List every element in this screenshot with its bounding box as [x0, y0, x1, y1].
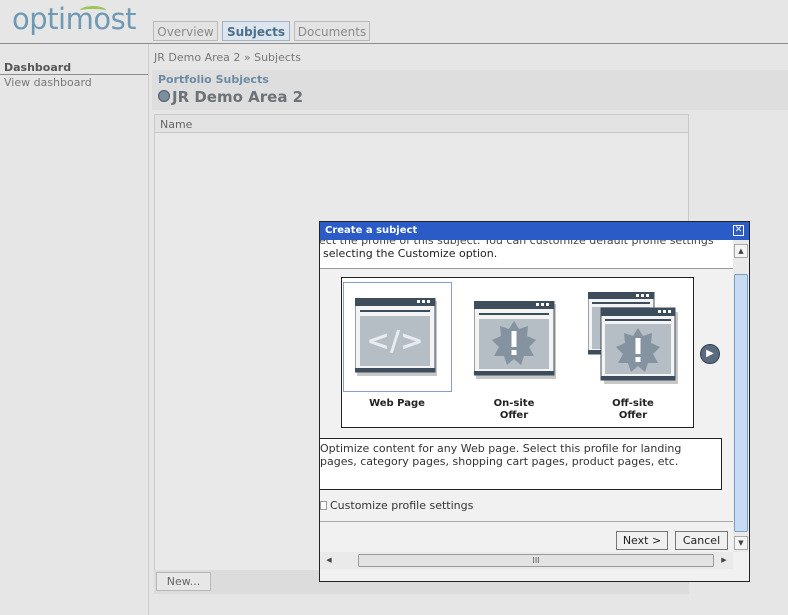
- nav-heading-dashboard: Dashboard: [4, 61, 72, 74]
- off-site-offer-icon: [588, 292, 678, 384]
- button-divider: [320, 521, 733, 522]
- scroll-left-arrow-icon[interactable]: ◀: [322, 554, 336, 568]
- left-nav: [0, 44, 149, 615]
- horizontal-scroll-thumb[interactable]: III: [358, 554, 714, 567]
- next-profiles-arrow-icon[interactable]: ▶: [700, 344, 720, 364]
- column-header-name[interactable]: Name: [160, 118, 192, 131]
- view-dashboard-link[interactable]: View dashboard: [4, 76, 92, 89]
- cancel-button[interactable]: Cancel: [675, 531, 728, 550]
- scroll-down-arrow-icon[interactable]: ▼: [734, 536, 748, 550]
- profile-off-site-offer[interactable]: Off-site Offer: [578, 282, 688, 422]
- customize-label[interactable]: Customize profile settings: [330, 499, 473, 512]
- profile-web-page[interactable]: </> Web Page: [342, 282, 452, 422]
- new-subject-button[interactable]: New...: [156, 572, 211, 591]
- tab-overview[interactable]: Overview: [153, 21, 218, 41]
- next-button[interactable]: Next >: [616, 531, 668, 550]
- tab-documents[interactable]: Documents: [294, 21, 370, 41]
- page-subtitle: Portfolio Subjects: [158, 73, 269, 86]
- dialog-title: Create a subject: [320, 222, 749, 240]
- web-page-icon: </>: [355, 298, 437, 376]
- profile-label-off-site-offer: Off-site Offer: [612, 398, 654, 421]
- logo-swoosh-icon: [80, 6, 106, 15]
- close-icon[interactable]: ✕: [733, 225, 744, 236]
- vertical-scroll-thumb[interactable]: [734, 274, 748, 532]
- page-title: JR Demo Area 2: [172, 88, 304, 106]
- optimost-logo: optimost: [12, 2, 137, 36]
- profile-description: Optimize content for any Web page. Selec…: [320, 442, 682, 468]
- profile-label-web-page: Web Page: [369, 398, 425, 409]
- profile-picker: </> Web Page On-site Offer Off-site Offe…: [341, 277, 694, 428]
- create-subject-dialog: Create a subject ✕ ect the profile of th…: [319, 221, 750, 582]
- customize-checkbox[interactable]: [320, 501, 327, 510]
- tab-subjects[interactable]: Subjects: [222, 21, 290, 41]
- scroll-right-arrow-icon[interactable]: ▶: [717, 554, 731, 568]
- scroll-up-arrow-icon[interactable]: ▲: [734, 244, 748, 258]
- instruction-line-2: selecting the Customize option.: [323, 247, 498, 260]
- svg-text:</>: </>: [366, 324, 423, 357]
- grid-header: [155, 115, 688, 133]
- on-site-offer-icon: [474, 301, 556, 379]
- nav-divider: [0, 74, 148, 75]
- profile-on-site-offer[interactable]: On-site Offer: [459, 282, 569, 422]
- breadcrumb: JR Demo Area 2 » Subjects: [154, 51, 301, 64]
- area-globe-icon: [158, 90, 170, 102]
- profile-label-on-site-offer: On-site Offer: [493, 398, 535, 421]
